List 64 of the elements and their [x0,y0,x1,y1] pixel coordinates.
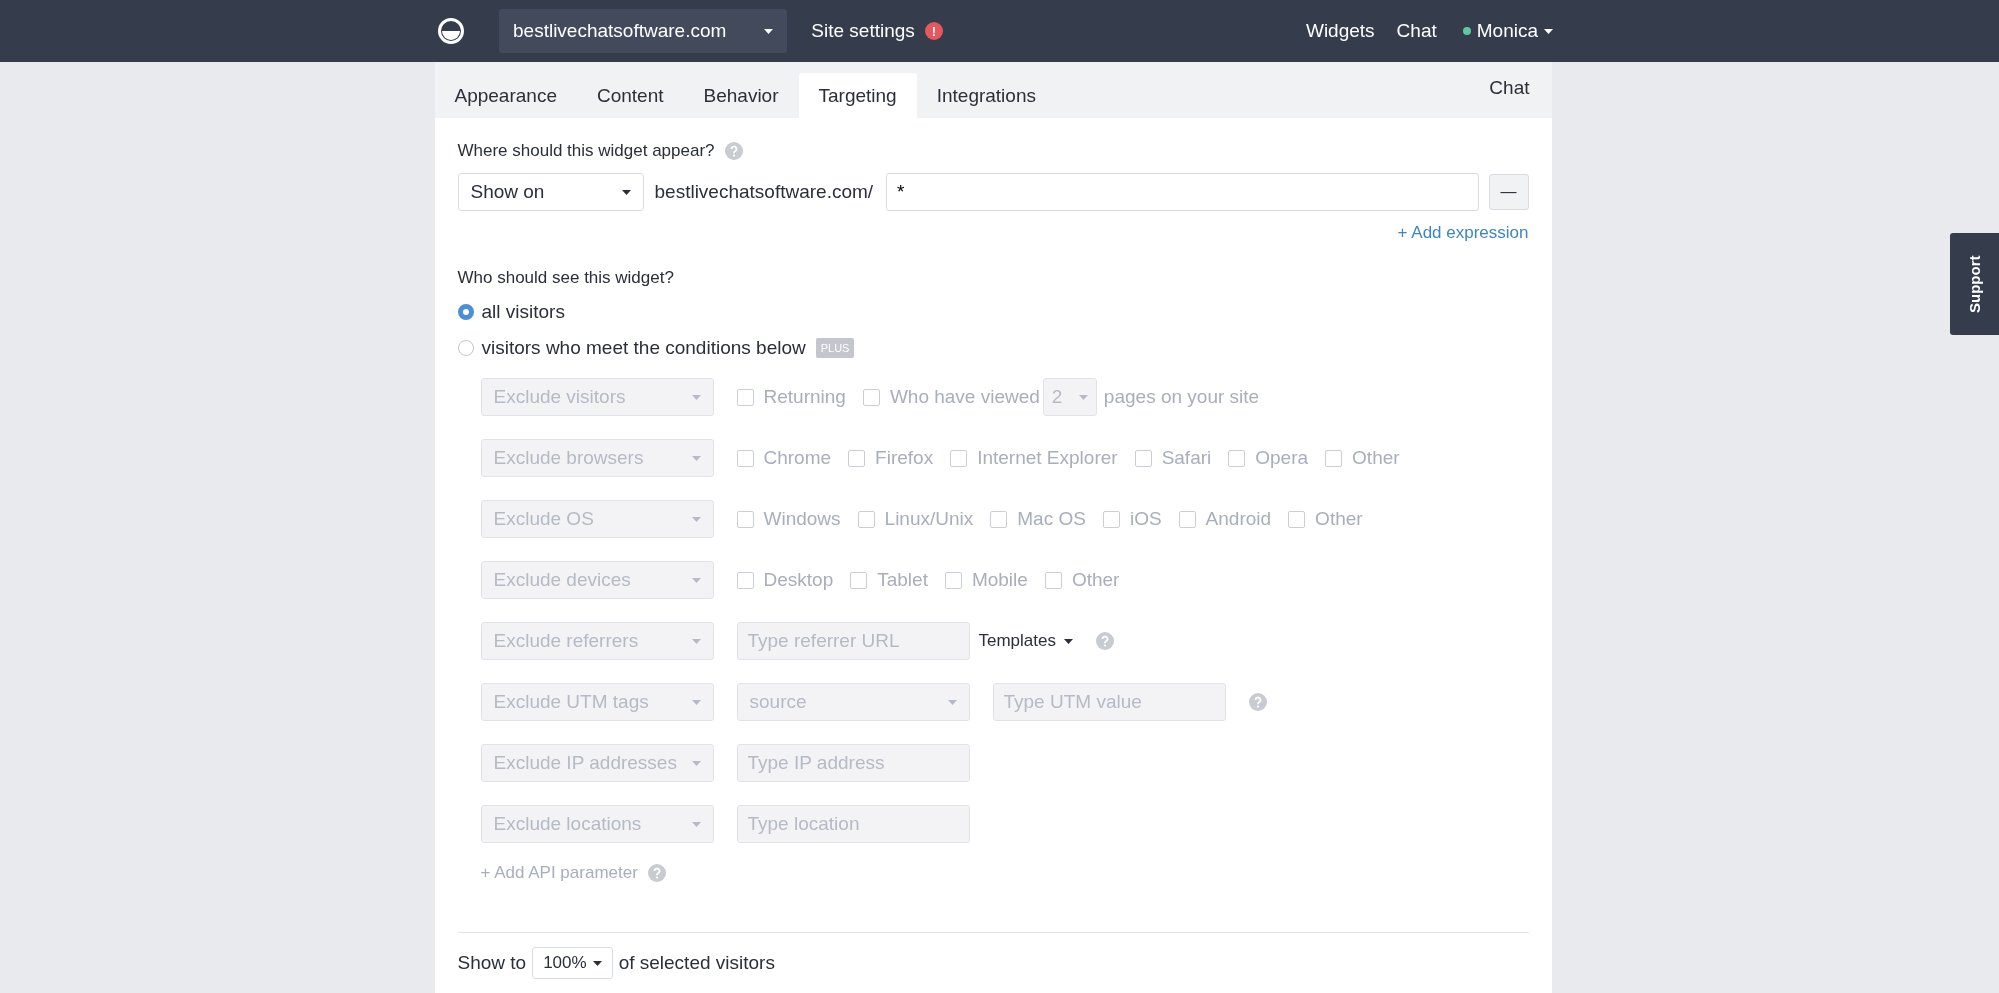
checkbox-label: Mobile [971,569,1028,591]
checkbox-label: Windows [763,508,841,530]
checkbox-label: Desktop [763,569,834,591]
caret-icon [1544,28,1553,34]
caret-icon [621,189,631,195]
checkbox-label: Other [1352,447,1400,469]
remove-button[interactable]: — [1488,174,1529,210]
caret-icon [592,960,602,966]
show-to-label: Show to [457,952,527,974]
checkbox-label: Tablet [877,569,928,591]
caret-icon [691,577,701,583]
caret-icon [691,821,701,827]
caret-icon [764,28,774,34]
caret-icon [691,760,701,766]
section-label: Who should see this widget? [457,268,674,288]
support-tab[interactable]: Support [1950,233,1999,335]
checkbox-label: Firefox [875,447,934,469]
caret-icon [691,699,701,705]
condition-text: pages on your site [1103,386,1260,408]
domain-text: bestlivechatsoftware.com/ [654,181,874,203]
checkbox-label: Other [1071,569,1120,591]
checkbox-label: Opera [1255,447,1309,469]
checkbox-label: Returning [763,386,846,408]
checkbox-label: Linux/Unix [884,508,974,530]
checkbox-label: Chrome [763,447,832,469]
checkbox-label: Android [1205,508,1272,530]
selected-visitors-label: of selected visitors [618,952,775,974]
add-expression-link[interactable]: + Add expression [1397,223,1529,243]
expression-input[interactable]: * [886,173,1479,211]
site-settings-link[interactable]: Site settings [811,20,915,42]
nav-link[interactable]: Widgets [1305,20,1375,42]
checkbox-label: Other [1315,508,1363,530]
caret-icon [947,699,957,705]
checkbox-label: Mac OS [1017,508,1086,530]
checkbox-label: Internet Explorer [977,447,1118,469]
plus-badge: PLUS [815,338,855,358]
logo-icon[interactable] [437,17,465,45]
caret-icon [691,394,701,400]
show-on-dropdown[interactable]: Show on [457,173,644,211]
section-label: Where should this widget appear? [457,141,715,161]
caret-icon [691,516,701,522]
checkbox-label: Who have viewed [889,386,1040,408]
site-dropdown[interactable]: bestlivechatsoftware.com [499,9,788,53]
percent-dropdown[interactable]: 100% [532,947,613,979]
alert-badge: ! [924,22,943,40]
caret-icon [1078,394,1088,400]
tab[interactable]: Integrations [916,73,1056,118]
user-menu[interactable]: Monica [1476,20,1553,42]
caret-icon [691,638,701,644]
tab[interactable]: Targeting [798,73,917,118]
radio-label: visitors who meet the conditions below [481,337,806,359]
checkbox-label: iOS [1129,508,1162,530]
radio-button[interactable] [457,340,474,356]
help-icon[interactable] [724,142,743,160]
radio-button[interactable] [457,304,474,320]
chat-label: Chat [1489,77,1530,99]
checkbox-label: Safari [1161,447,1212,469]
caret-icon [1064,638,1073,644]
tab[interactable]: Behavior [683,73,799,118]
tab[interactable]: Appearance [434,73,577,118]
nav-link[interactable]: Chat [1396,20,1437,42]
radio-label: all visitors [481,301,565,323]
tab[interactable]: Content [576,73,684,118]
caret-icon [691,455,701,461]
